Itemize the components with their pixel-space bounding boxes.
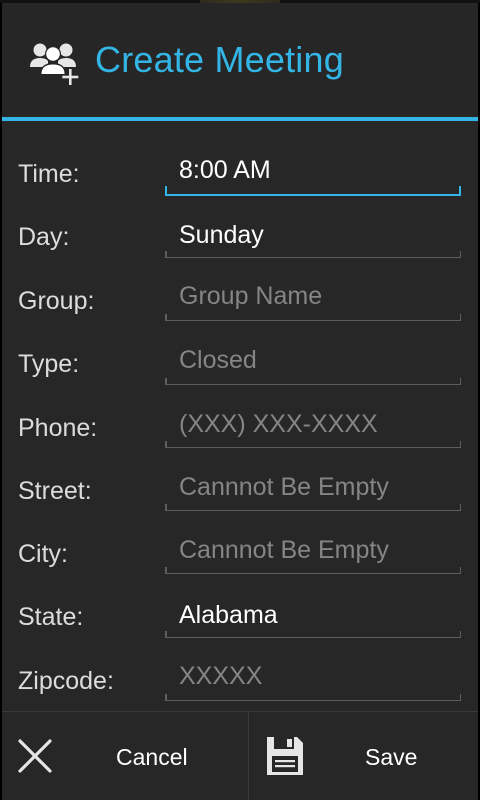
field-edge (165, 694, 167, 700)
field-edge (165, 251, 167, 257)
city-label: City: (18, 540, 68, 568)
city-field[interactable]: Cannnot Be Empty (165, 529, 461, 574)
state-field[interactable]: Alabama (165, 593, 461, 638)
type-field[interactable]: Closed (165, 340, 461, 385)
cancel-button[interactable]: Cancel (2, 712, 248, 800)
form-row-time: Time: 8:00 AM (2, 148, 478, 211)
field-edge (459, 378, 461, 384)
field-edge (459, 631, 461, 637)
form-row-street: Street: Cannnot Be Empty (2, 466, 478, 529)
field-edge (459, 694, 461, 700)
state-value: Alabama (179, 601, 278, 629)
form-row-zipcode: Zipcode: XXXXX (2, 656, 478, 719)
field-edge (459, 314, 461, 320)
form-row-day: Day: Sunday (2, 213, 478, 276)
dialog-titlebar: Create Meeting (2, 3, 478, 117)
create-meeting-dialog: Create Meeting Time: 8:00 AM Day: Sunday… (2, 3, 478, 800)
group-placeholder: Group Name (179, 282, 323, 310)
save-button[interactable]: Save (249, 712, 478, 800)
form-row-group: Group: Group Name (2, 276, 478, 339)
field-edge (165, 441, 167, 447)
type-label: Type: (18, 350, 80, 378)
field-edge (165, 631, 167, 637)
group-field[interactable]: Group Name (165, 276, 461, 321)
form-row-city: City: Cannnot Be Empty (2, 529, 478, 592)
title-divider (2, 117, 478, 121)
field-edge (459, 186, 461, 194)
street-field[interactable]: Cannnot Be Empty (165, 466, 461, 511)
field-edge (165, 186, 167, 194)
street-label: Street: (18, 477, 92, 505)
field-edge (459, 504, 461, 510)
form-row-phone: Phone: (XXX) XXX-XXXX (2, 403, 478, 466)
field-edge (165, 567, 167, 573)
phone-field[interactable]: (XXX) XXX-XXXX (165, 403, 461, 448)
field-edge (459, 567, 461, 573)
save-button-label: Save (365, 744, 418, 770)
save-icon (267, 737, 303, 775)
city-placeholder: Cannnot Be Empty (179, 536, 389, 564)
day-field[interactable]: Sunday (165, 213, 461, 258)
type-placeholder: Closed (179, 346, 257, 374)
day-value: Sunday (179, 221, 264, 249)
dialog-button-bar: Cancel Save (2, 711, 478, 800)
zipcode-field[interactable]: XXXXX (165, 656, 461, 701)
cancel-button-label: Cancel (116, 744, 188, 770)
state-label: State: (18, 603, 84, 631)
close-icon (18, 739, 52, 773)
field-edge (165, 504, 167, 510)
time-label: Time: (18, 160, 80, 188)
day-label: Day: (18, 223, 70, 251)
zipcode-label: Zipcode: (18, 667, 114, 695)
group-label: Group: (18, 287, 95, 315)
phone-placeholder: (XXX) XXX-XXXX (179, 410, 378, 438)
zipcode-placeholder: XXXXX (179, 662, 263, 690)
street-placeholder: Cannnot Be Empty (179, 473, 389, 501)
form-row-state: State: Alabama (2, 593, 478, 656)
field-edge (165, 314, 167, 320)
add-group-icon (30, 43, 79, 85)
dialog-title: Create Meeting (95, 39, 344, 80)
field-edge (459, 251, 461, 257)
phone-label: Phone: (18, 414, 98, 442)
time-field[interactable]: 8:00 AM (165, 150, 461, 196)
field-edge (459, 441, 461, 447)
time-value: 8:00 AM (179, 156, 271, 184)
field-edge (165, 378, 167, 384)
form-row-type: Type: Closed (2, 340, 478, 403)
